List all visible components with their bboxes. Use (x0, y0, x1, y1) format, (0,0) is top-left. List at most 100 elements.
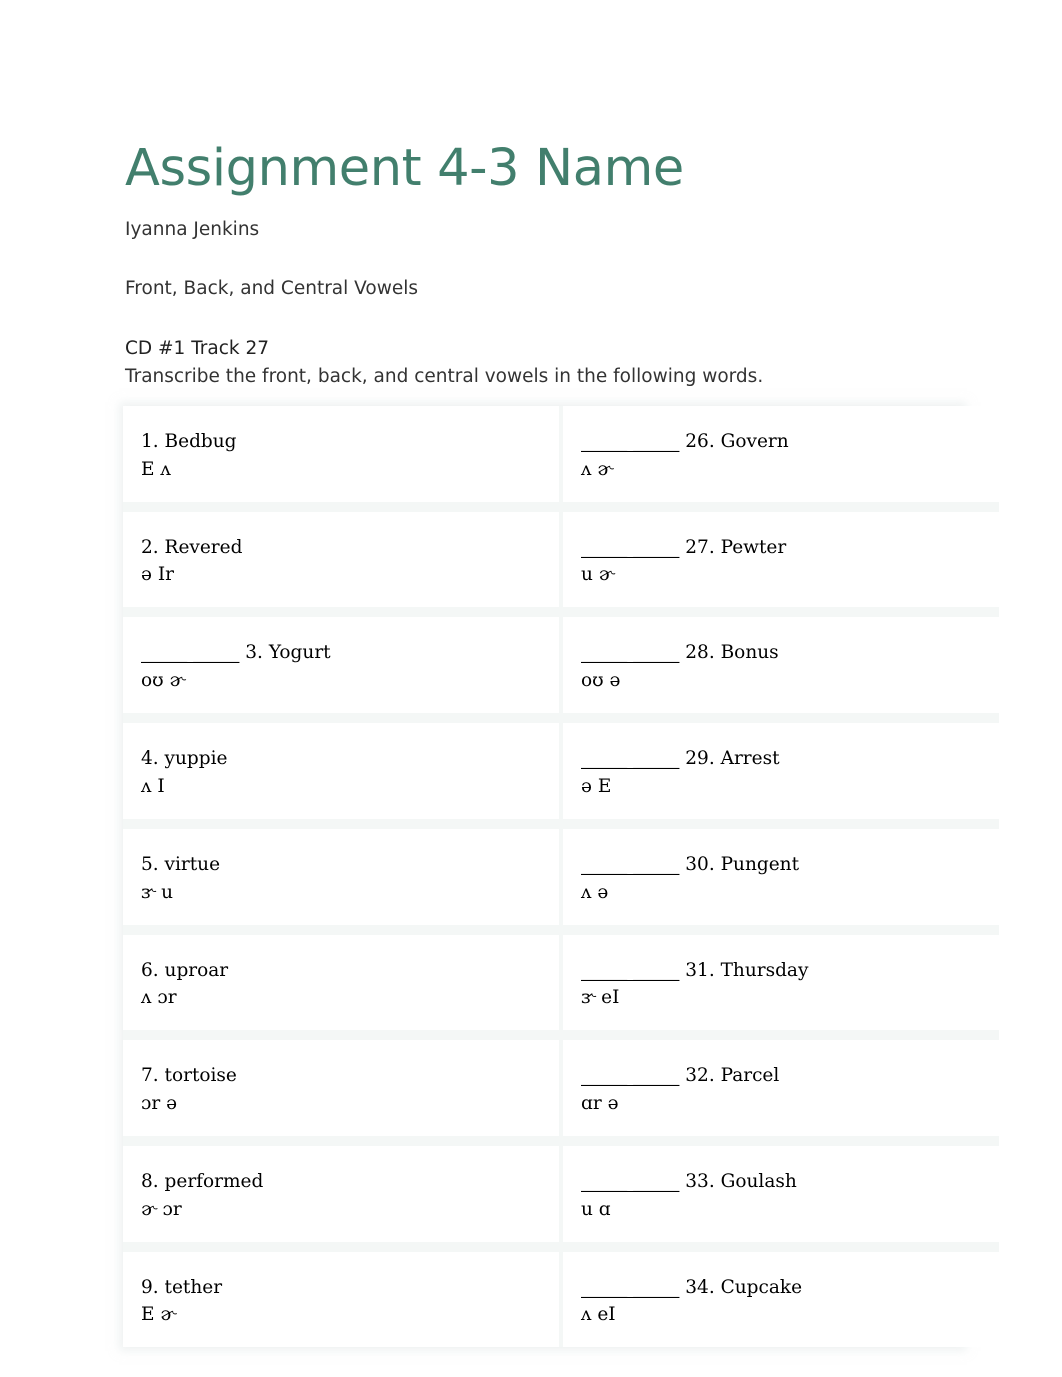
table-cell-left: 6. uproar ʌ ɔr (123, 934, 563, 1041)
table-row: 8. performed ɚ ɔr _____ _____ 33. Goulas… (123, 1146, 999, 1252)
word-label: 34. Cupcake (685, 1276, 803, 1298)
transcription-answer[interactable]: oʊ ɚ (141, 669, 559, 693)
word-label: 3. Yogurt (245, 642, 331, 664)
answer-blank[interactable]: _____ _____ (581, 960, 679, 981)
table-cell-left: 5. virtue ɝ u (123, 828, 563, 935)
document-header: Assignment 4-3 Name Iyanna Jenkins Front… (125, 140, 970, 389)
word-label: 28. Bonus (685, 642, 779, 664)
answer-blank[interactable]: _____ _____ (581, 748, 679, 769)
transcription-answer[interactable]: E ʌ (141, 458, 559, 482)
word-prompt: _____ _____ 30. Pungent (581, 853, 999, 877)
word-prompt: _____ _____ 34. Cupcake (581, 1276, 999, 1300)
table-cell-left: 4. yuppie ʌ I (123, 723, 563, 829)
word-prompt: 4. yuppie (141, 747, 559, 771)
table-row: 5. virtue ɝ u _____ _____ 30. Pungent ʌ … (123, 828, 999, 935)
table-cell-right: _____ _____ 31. Thursday ɝ eI (563, 934, 999, 1041)
word-label: 30. Pungent (685, 853, 800, 875)
transcription-answer[interactable]: ɚ ɔr (141, 1198, 559, 1222)
table-cell-right: _____ _____ 27. Pewter u ɚ (563, 511, 999, 618)
table-cell-left: 9. tether E ɚ (123, 1251, 563, 1348)
word-prompt: _____ _____ 27. Pewter (581, 536, 999, 560)
subject-heading: Front, Back, and Central Vowels (125, 278, 418, 300)
word-prompt: _____ _____ 3. Yogurt (141, 641, 559, 665)
table-row: _____ _____ 3. Yogurt oʊ ɚ _____ _____ 2… (123, 617, 999, 724)
table-cell-right: _____ _____ 28. Bonus oʊ ə (563, 617, 999, 724)
table-cell-left: _____ _____ 3. Yogurt oʊ ɚ (123, 617, 563, 724)
table-row: 1. Bedbug E ʌ _____ _____ 26. Govern ʌ ɚ (123, 406, 999, 512)
transcription-answer[interactable]: ʌ ə (581, 881, 999, 905)
document-page: Assignment 4-3 Name Iyanna Jenkins Front… (0, 0, 1062, 1377)
word-label: 32. Parcel (685, 1065, 780, 1087)
transcription-answer[interactable]: ɝ u (141, 881, 559, 905)
word-label: 9. tether (141, 1276, 223, 1298)
word-label: 6. uproar (141, 959, 229, 981)
table-cell-left: 1. Bedbug E ʌ (123, 406, 563, 512)
table-cell-right: _____ _____ 26. Govern ʌ ɚ (563, 406, 999, 512)
table-row: 6. uproar ʌ ɔr _____ _____ 31. Thursday … (123, 934, 999, 1041)
transcription-answer[interactable]: ɑr ə (581, 1092, 999, 1116)
transcription-table-body: 1. Bedbug E ʌ _____ _____ 26. Govern ʌ ɚ… (123, 406, 999, 1348)
answer-blank[interactable]: _____ _____ (581, 1171, 679, 1192)
word-label: 7. tortoise (141, 1065, 237, 1087)
answer-blank[interactable]: _____ _____ (581, 537, 679, 558)
table-row: 7. tortoise ɔr ə _____ _____ 32. Parcel … (123, 1040, 999, 1147)
table-cell-left: 8. performed ɚ ɔr (123, 1146, 563, 1252)
word-label: 29. Arrest (685, 748, 780, 770)
answer-blank[interactable]: _____ _____ (141, 642, 239, 663)
table-row: 9. tether E ɚ _____ _____ 34. Cupcake ʌ … (123, 1251, 999, 1348)
transcription-answer[interactable]: u ɚ (581, 563, 999, 587)
transcription-answer[interactable]: ə E (581, 775, 999, 799)
table-cell-right: _____ _____ 30. Pungent ʌ ə (563, 828, 999, 935)
transcription-answer[interactable]: ʌ I (141, 775, 559, 799)
table-row: 2. Revered ə Ir _____ _____ 27. Pewter u… (123, 511, 999, 618)
answer-blank[interactable]: _____ _____ (581, 854, 679, 875)
word-prompt: _____ _____ 26. Govern (581, 430, 999, 454)
word-label: 26. Govern (685, 431, 789, 452)
word-prompt: 5. virtue (141, 853, 559, 877)
transcription-answer[interactable]: ʌ eI (581, 1303, 999, 1327)
transcription-answer[interactable]: ɔr ə (141, 1092, 559, 1116)
answer-blank[interactable]: _____ _____ (581, 431, 679, 452)
transcription-table-wrap: 1. Bedbug E ʌ _____ _____ 26. Govern ʌ ɚ… (123, 406, 999, 1348)
word-prompt: _____ _____ 29. Arrest (581, 747, 999, 771)
table-row: 4. yuppie ʌ I _____ _____ 29. Arrest ə E (123, 723, 999, 829)
page-title: Assignment 4-3 Name (125, 139, 684, 198)
word-prompt: 9. tether (141, 1276, 559, 1300)
answer-blank[interactable]: _____ _____ (581, 1065, 679, 1086)
word-prompt: 8. performed (141, 1170, 559, 1194)
word-prompt: 6. uproar (141, 959, 559, 983)
word-label: 2. Revered (141, 536, 243, 558)
table-cell-right: _____ _____ 32. Parcel ɑr ə (563, 1040, 999, 1147)
track-label: CD #1 Track 27 (125, 338, 270, 360)
word-prompt: _____ _____ 32. Parcel (581, 1064, 999, 1088)
word-label: 27. Pewter (685, 536, 787, 558)
transcription-answer[interactable]: ʌ ɔr (141, 986, 559, 1010)
word-label: 8. performed (141, 1171, 264, 1193)
word-prompt: _____ _____ 33. Goulash (581, 1170, 999, 1194)
transcription-answer[interactable]: ə Ir (141, 563, 559, 587)
author-name: Iyanna Jenkins (125, 219, 260, 241)
table-cell-right: _____ _____ 33. Goulash u ɑ (563, 1146, 999, 1252)
word-prompt: 2. Revered (141, 536, 559, 560)
word-prompt: _____ _____ 31. Thursday (581, 959, 999, 983)
transcription-answer[interactable]: ɝ eI (581, 986, 999, 1010)
table-cell-right: _____ _____ 34. Cupcake ʌ eI (563, 1251, 999, 1348)
instruction-text: Transcribe the front, back, and central … (125, 365, 764, 387)
word-label: 1. Bedbug (141, 431, 237, 452)
answer-blank[interactable]: _____ _____ (581, 642, 679, 663)
transcription-answer[interactable]: oʊ ə (581, 669, 999, 693)
table-cell-left: 2. Revered ə Ir (123, 511, 563, 618)
table-cell-right: _____ _____ 29. Arrest ə E (563, 723, 999, 829)
transcription-table: 1. Bedbug E ʌ _____ _____ 26. Govern ʌ ɚ… (123, 406, 999, 1348)
word-prompt: 1. Bedbug (141, 430, 559, 454)
word-label: 31. Thursday (685, 959, 809, 981)
word-label: 33. Goulash (685, 1171, 797, 1193)
answer-blank[interactable]: _____ _____ (581, 1277, 679, 1298)
word-label: 4. yuppie (141, 748, 228, 770)
word-prompt: 7. tortoise (141, 1064, 559, 1088)
transcription-answer[interactable]: ʌ ɚ (581, 458, 999, 482)
transcription-answer[interactable]: E ɚ (141, 1303, 559, 1327)
transcription-answer[interactable]: u ɑ (581, 1198, 999, 1222)
table-cell-left: 7. tortoise ɔr ə (123, 1040, 563, 1147)
word-label: 5. virtue (141, 853, 221, 875)
